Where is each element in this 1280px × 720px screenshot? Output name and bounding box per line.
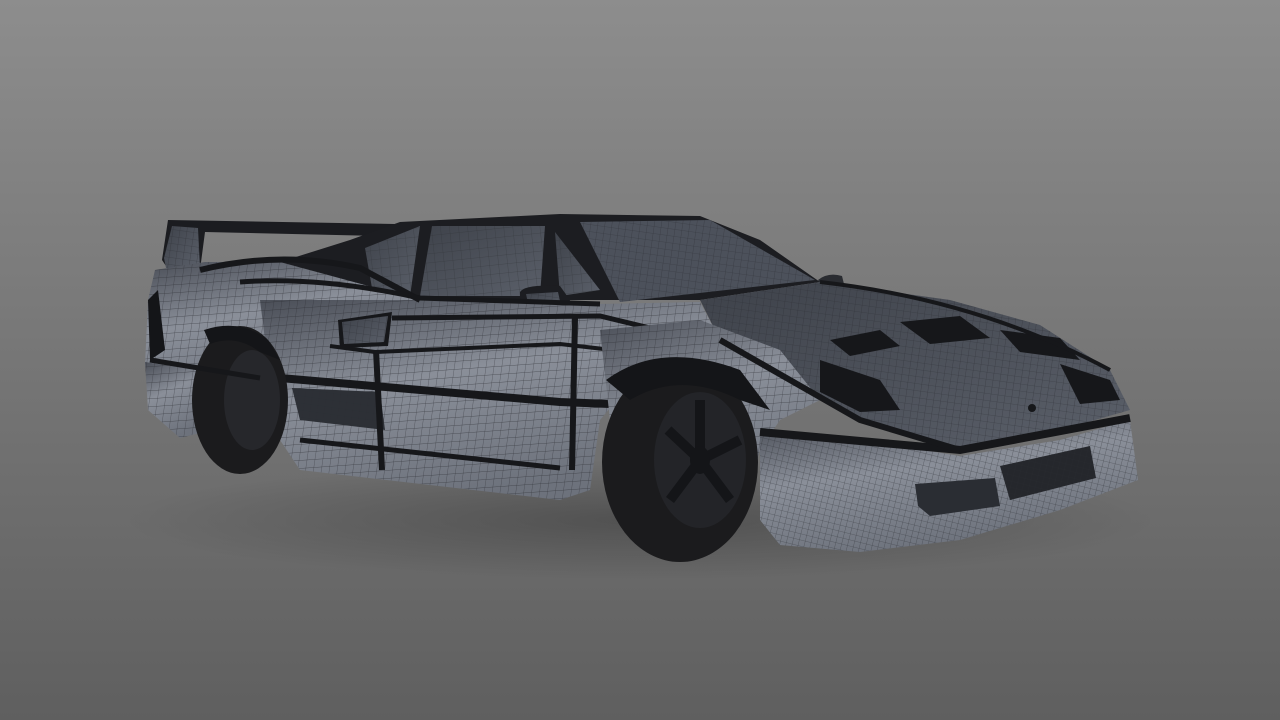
rear-wheel [192, 325, 288, 474]
viewport[interactable] [0, 0, 1280, 720]
scene-canvas [0, 0, 1280, 720]
